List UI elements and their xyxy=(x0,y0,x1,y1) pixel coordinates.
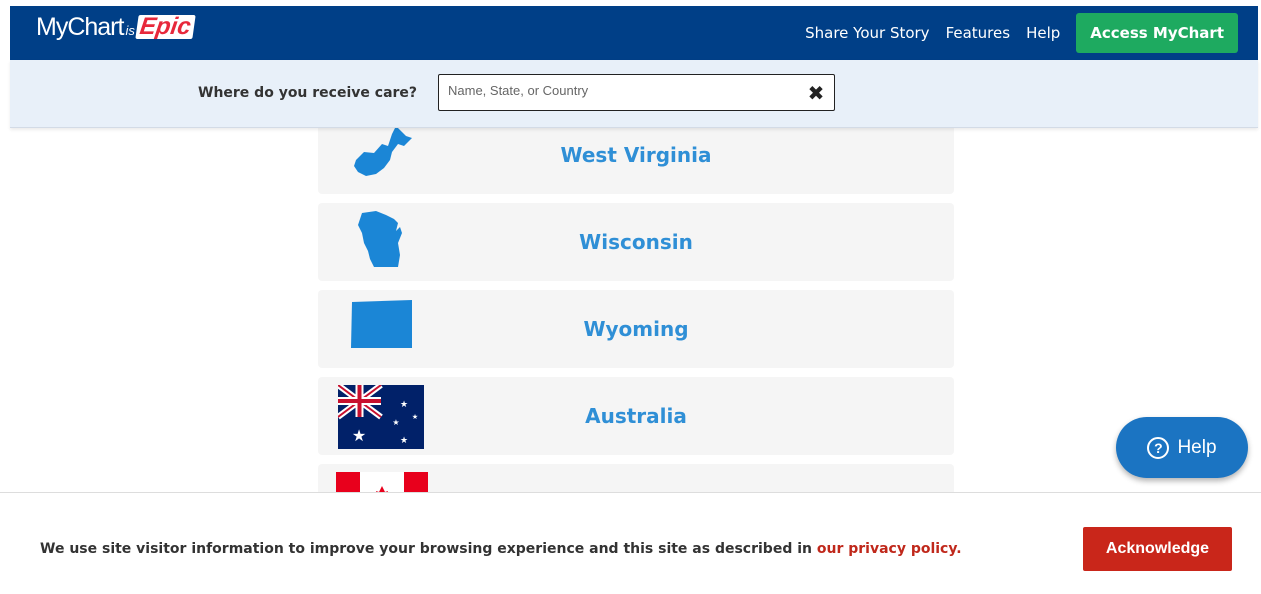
help-label: Help xyxy=(1177,436,1217,458)
australia-flag-icon: ★ ★ ★ ★ ★ xyxy=(338,385,424,449)
cookie-text: We use site visitor information to impro… xyxy=(40,541,817,557)
location-name: Wyoming xyxy=(583,317,689,341)
svg-text:★: ★ xyxy=(400,400,408,410)
privacy-policy-link[interactable]: our privacy policy. xyxy=(817,541,962,557)
acknowledge-button[interactable]: Acknowledge xyxy=(1083,527,1232,571)
logo-mychart-text: MyChart xyxy=(36,12,124,41)
svg-text:★: ★ xyxy=(412,413,418,421)
mychart-logo[interactable]: MyChart is Epic xyxy=(36,12,196,42)
search-bar: Where do you receive care? ✖ xyxy=(10,60,1258,128)
wyoming-map-icon xyxy=(351,300,412,348)
location-name: Australia xyxy=(585,404,687,428)
svg-text:★: ★ xyxy=(400,436,408,446)
top-nav: Share Your Story Features Help Access My… xyxy=(789,6,1258,60)
logo-epic-text: Epic xyxy=(135,13,196,40)
top-header: MyChart is Epic Share Your Story Feature… xyxy=(10,6,1258,60)
nav-help[interactable]: Help xyxy=(1026,24,1060,42)
svg-text:★: ★ xyxy=(352,426,366,445)
search-box: ✖ xyxy=(438,74,835,111)
cookie-message: We use site visitor information to impro… xyxy=(40,541,962,557)
question-circle-icon: ? xyxy=(1147,436,1170,459)
nav-share-your-story[interactable]: Share Your Story xyxy=(805,24,929,42)
location-item-wisconsin[interactable]: Wisconsin xyxy=(318,203,954,281)
location-name: Wisconsin xyxy=(579,230,693,254)
location-item-australia[interactable]: ★ ★ ★ ★ ★ Australia xyxy=(318,377,954,455)
location-search-input[interactable] xyxy=(448,83,788,98)
search-label: Where do you receive care? xyxy=(198,85,418,101)
help-chat-button[interactable]: ? Help xyxy=(1116,417,1248,478)
page: West Virginia Wisconsin Wyoming ★ ★ ★ ★ … xyxy=(0,0,1261,594)
logo-is-text: is xyxy=(125,22,135,38)
location-item-wyoming[interactable]: Wyoming xyxy=(318,290,954,368)
clear-icon[interactable]: ✖ xyxy=(806,83,826,103)
cookie-banner: We use site visitor information to impro… xyxy=(0,492,1261,594)
svg-text:★: ★ xyxy=(392,418,399,427)
nav-features[interactable]: Features xyxy=(946,24,1011,42)
west-virginia-map-icon xyxy=(354,126,412,176)
wisconsin-map-icon xyxy=(358,211,402,267)
access-mychart-button[interactable]: Access MyChart xyxy=(1076,13,1238,53)
